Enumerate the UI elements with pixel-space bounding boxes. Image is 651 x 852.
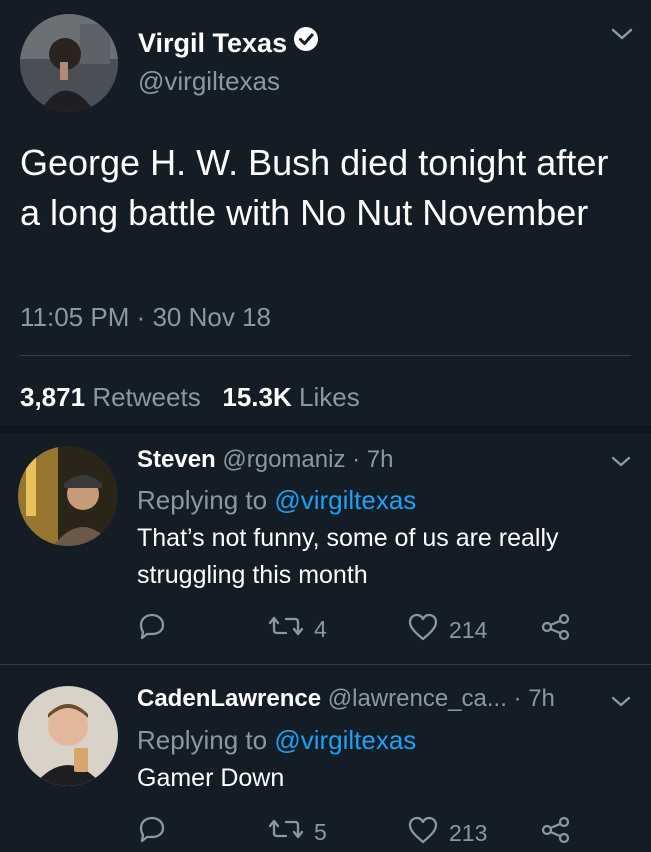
replying-to-link[interactable]: @virgiltexas (274, 485, 416, 515)
like-count: 213 (449, 819, 488, 846)
heart-icon (407, 612, 439, 648)
replying-prefix: Replying to (137, 725, 268, 755)
verified-badge-icon (293, 26, 319, 59)
replying-to: Replying to @virgiltexas (137, 725, 416, 756)
reply-text: That’s not funny, some of us are really … (137, 524, 559, 589)
reply-actions: 4 214 (0, 610, 651, 646)
reply-age: · 7h (352, 446, 394, 473)
reply-author-name[interactable]: CadenLawrence (137, 685, 321, 712)
reply-header: Steven @rgomaniz · 7h (137, 446, 393, 474)
tweet-text: George H. W. Bush died tonight after a l… (20, 142, 609, 233)
retweet-count: 4 (314, 615, 327, 642)
reply-avatar[interactable] (18, 686, 118, 786)
reply-button[interactable] (137, 612, 167, 646)
divider (20, 355, 631, 356)
like-button[interactable]: 214 (407, 612, 487, 648)
likes-label: Likes (299, 382, 360, 412)
author-avatar[interactable] (20, 14, 118, 112)
tweet-stats: 3,871 Retweets 15.3K Likes (20, 382, 360, 413)
author-handle[interactable]: @virgiltexas (138, 66, 280, 97)
retweets-count: 3,871 (20, 382, 86, 412)
retweet-icon (268, 815, 304, 849)
divider (0, 664, 651, 665)
tweet-timestamp[interactable]: 11:05 PM · 30 Nov 18 (20, 302, 271, 333)
author-name-text[interactable]: Virgil Texas (138, 28, 287, 58)
share-icon (540, 815, 572, 851)
chevron-down-icon[interactable] (610, 695, 632, 714)
reply-text: Gamer Down (137, 764, 285, 792)
replying-to: Replying to @virgiltexas (137, 485, 416, 516)
like-button[interactable]: 213 (407, 815, 487, 851)
reply-avatar[interactable] (18, 446, 118, 546)
share-button[interactable] (540, 612, 572, 648)
reply-actions: 5 213 (0, 813, 651, 849)
author-name[interactable]: Virgil Texas (138, 26, 319, 61)
chevron-down-icon[interactable] (610, 455, 632, 474)
replying-prefix: Replying to (137, 485, 268, 515)
section-divider (0, 425, 651, 434)
share-icon (540, 612, 572, 648)
likes-count: 15.3K (222, 382, 292, 412)
retweet-count: 5 (314, 818, 327, 845)
retweet-icon (268, 612, 304, 646)
retweet-button[interactable]: 4 (268, 612, 327, 646)
reply-button[interactable] (137, 815, 167, 849)
chevron-down-icon[interactable] (610, 26, 634, 47)
reply-header: CadenLawrence @lawrence_ca... · 7h (137, 685, 555, 713)
heart-icon (407, 815, 439, 851)
likes-stat[interactable]: 15.3K Likes (222, 382, 359, 412)
share-button[interactable] (540, 815, 572, 851)
reply-icon (137, 612, 167, 646)
reply-author-name[interactable]: Steven (137, 446, 216, 473)
replying-to-link[interactable]: @virgiltexas (274, 725, 416, 755)
reply-author-handle[interactable]: @lawrence_ca... (328, 685, 507, 712)
reply-author-handle[interactable]: @rgomaniz (222, 446, 345, 473)
like-count: 214 (449, 616, 488, 643)
retweets-stat[interactable]: 3,871 Retweets (20, 382, 201, 412)
retweets-label: Retweets (92, 382, 201, 412)
reply-age: · 7h (513, 685, 555, 712)
reply-icon (137, 815, 167, 849)
retweet-button[interactable]: 5 (268, 815, 327, 849)
